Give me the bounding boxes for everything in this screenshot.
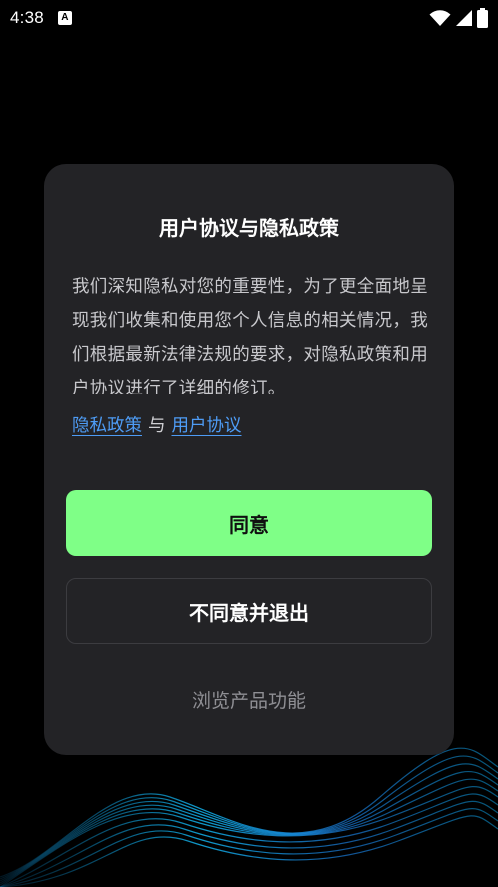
- notification-icon: A: [57, 11, 72, 25]
- wifi-icon: [429, 10, 451, 26]
- disagree-exit-button[interactable]: 不同意并退出: [66, 578, 432, 644]
- wave-background: [0, 747, 498, 887]
- privacy-dialog: 用户协议与隐私政策 我们深知隐私对您的重要性，为了更全面地呈现我们收集和使用您个…: [44, 164, 454, 755]
- privacy-policy-link[interactable]: 隐私政策: [72, 416, 142, 436]
- link-separator: 与: [148, 416, 166, 436]
- status-time: 4:38: [10, 8, 44, 27]
- signal-icon: [456, 10, 472, 26]
- dialog-title: 用户协议与隐私政策: [159, 216, 339, 240]
- dialog-body-text: 我们深知隐私对您的重要性，为了更全面地呈现我们收集和使用您个人信息的相关情况，我…: [72, 277, 428, 394]
- battery-icon: [477, 8, 488, 28]
- browse-features-link[interactable]: 浏览产品功能: [44, 686, 454, 713]
- dialog-body-scroll[interactable]: 我们深知隐私对您的重要性，为了更全面地呈现我们收集和使用您个人信息的相关情况，我…: [72, 270, 430, 394]
- user-agreement-link[interactable]: 用户协议: [172, 416, 242, 436]
- policy-links: 隐私政策与用户协议: [72, 412, 242, 440]
- status-icons: [429, 8, 488, 28]
- status-bar: 4:38 A: [0, 0, 498, 36]
- agree-button[interactable]: 同意: [66, 490, 432, 556]
- screen: 4:38 A 用户协议与隐私政策 我们深知隐私对您的重要性，为了更全面地呈现我们…: [0, 0, 498, 887]
